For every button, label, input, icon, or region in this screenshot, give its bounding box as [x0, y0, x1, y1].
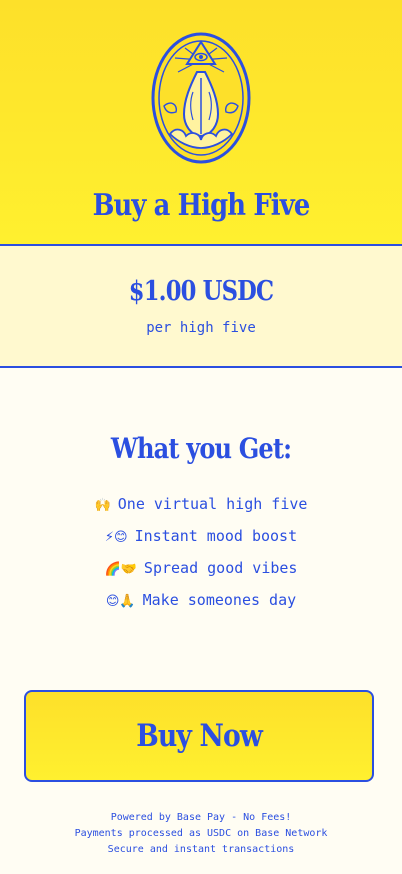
benefit-text: One virtual high five	[117, 495, 308, 513]
benefit-item: 🙌 One virtual high five	[0, 492, 402, 524]
page-title: Buy a High Five	[92, 188, 311, 223]
benefit-text: Spread good vibes	[143, 559, 298, 577]
benefit-item: 🌈🤝 Spread good vibes	[0, 556, 402, 588]
smile-pray-icon: 😊🙏	[105, 594, 136, 609]
benefit-text: Instant mood boost	[134, 527, 298, 545]
price-unit-label: per high five	[146, 320, 256, 336]
price-value: $1.00 USDC	[128, 276, 274, 307]
buy-now-label: Buy Now	[136, 718, 263, 754]
benefit-text: Make someones day	[142, 591, 297, 609]
hands-eye-emblem-icon	[151, 32, 251, 164]
footer-powered-by: Powered by Base Pay - No Fees!	[110, 812, 292, 823]
benefit-list: 🙌 One virtual high five ⚡😊 Instant mood bo…	[0, 492, 402, 620]
benefit-item: ⚡😊 Instant mood boost	[0, 524, 402, 556]
benefits-title: What you Get:	[110, 432, 292, 465]
rainbow-handshake-icon: 🌈🤝	[104, 562, 137, 577]
hero-header: Buy a High Five	[0, 0, 402, 246]
raising-hands-icon: 🙌	[94, 498, 111, 513]
buy-now-button[interactable]: Buy Now	[24, 690, 374, 782]
footer-security-note: Secure and instant transactions	[107, 844, 295, 855]
footer-network-note: Payments processed as USDC on Base Netwo…	[74, 828, 328, 839]
lightning-smile-icon: ⚡😊	[104, 530, 128, 545]
benefits-section: What you Get: 🙌 One virtual high five ⚡😊 I…	[0, 368, 402, 690]
payment-footer: Powered by Base Pay - No Fees! Payments …	[0, 810, 402, 858]
benefit-item: 😊🙏 Make someones day	[0, 588, 402, 620]
price-panel: $1.00 USDC per high five	[0, 246, 402, 368]
